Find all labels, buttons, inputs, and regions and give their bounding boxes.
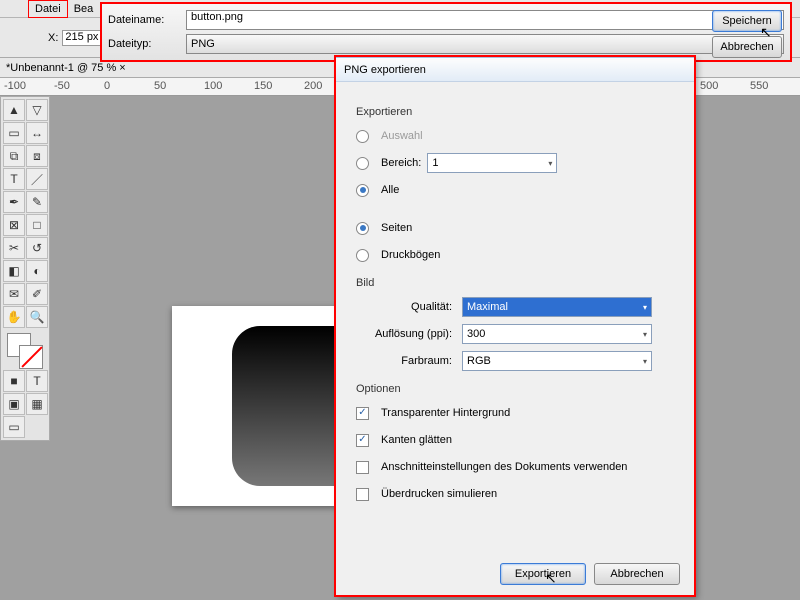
png-export-dialog: PNG exportieren Exportieren Auswahl Bere… <box>335 56 695 596</box>
type-tool-icon[interactable]: T <box>3 168 25 190</box>
check-transparent[interactable] <box>356 407 369 420</box>
coord-x-label: X: <box>48 32 58 44</box>
export-cancel-button[interactable]: Abbrechen <box>594 563 680 585</box>
filename-input[interactable]: button.png▾ <box>186 10 784 30</box>
coord-x-value[interactable]: 215 px <box>62 30 102 46</box>
label-all: Alle <box>381 184 399 196</box>
colorspace-select[interactable]: RGB▾ <box>462 351 652 371</box>
label-spreads: Druckbögen <box>381 249 440 261</box>
gradient-swatch-tool-icon[interactable]: ◧ <box>3 260 25 282</box>
save-button[interactable]: Speichern <box>712 10 782 32</box>
check-overprint[interactable] <box>356 488 369 501</box>
range-select[interactable]: 1▾ <box>427 153 557 173</box>
selection-tool-icon[interactable]: ▲ <box>3 99 25 121</box>
export-button[interactable]: Exportieren <box>500 563 586 585</box>
check-bleed[interactable] <box>356 461 369 474</box>
label-selection: Auswahl <box>381 130 423 142</box>
zoom-tool-icon[interactable]: 🔍 <box>26 306 48 328</box>
section-export: Exportieren <box>356 106 674 118</box>
free-transform-tool-icon[interactable]: ↺ <box>26 237 48 259</box>
radio-spreads[interactable] <box>356 249 369 262</box>
apply-text-icon[interactable]: T <box>26 370 48 392</box>
section-options: Optionen <box>356 383 674 395</box>
hand-tool-icon[interactable]: ✋ <box>3 306 25 328</box>
content-placer-icon[interactable]: ⧈ <box>26 145 48 167</box>
filetype-label: Dateityp: <box>108 38 178 50</box>
page-tool-icon[interactable]: ▭ <box>3 122 25 144</box>
label-antialias: Kanten glätten <box>381 434 452 446</box>
save-file-bar: Dateiname: button.png▾ Dateityp: PNG▾ Sp… <box>100 2 792 62</box>
section-image: Bild <box>356 277 674 289</box>
radio-selection <box>356 130 369 143</box>
label-pages: Seiten <box>381 222 412 234</box>
label-overprint: Überdrucken simulieren <box>381 488 497 500</box>
quality-select[interactable]: Maximal▾ <box>462 297 652 317</box>
quality-label: Qualität: <box>356 301 456 313</box>
save-cancel-button[interactable]: Abbrechen <box>712 36 782 58</box>
filename-label: Dateiname: <box>108 14 178 26</box>
screen-mode-icon[interactable]: ▭ <box>3 416 25 438</box>
label-bleed: Anschnitteinstellungen des Dokuments ver… <box>381 461 627 473</box>
resolution-select[interactable]: 300▾ <box>462 324 652 344</box>
check-antialias[interactable] <box>356 434 369 447</box>
radio-all[interactable] <box>356 184 369 197</box>
scissors-tool-icon[interactable]: ✂ <box>3 237 25 259</box>
resolution-label: Auflösung (ppi): <box>356 328 456 340</box>
rectangle-tool-icon[interactable]: □ <box>26 214 48 236</box>
filetype-select[interactable]: PNG▾ <box>186 34 784 54</box>
direct-selection-tool-icon[interactable]: ▽ <box>26 99 48 121</box>
content-collector-icon[interactable]: ⧉ <box>3 145 25 167</box>
tools-panel: ▲ ▽ ▭ ↔ ⧉ ⧈ T ／ ✒ ✎ ⊠ □ ✂ ↺ ◧ ◐ ✉ ✐ ✋ 🔍 … <box>0 96 50 441</box>
dialog-title: PNG exportieren <box>336 58 694 82</box>
pen-tool-icon[interactable]: ✒ <box>3 191 25 213</box>
preview-view-icon[interactable]: ▦ <box>26 393 48 415</box>
label-transparent: Transparenter Hintergrund <box>381 407 510 419</box>
eyedropper-tool-icon[interactable]: ✐ <box>26 283 48 305</box>
radio-range[interactable] <box>356 157 369 170</box>
apply-color-icon[interactable]: ■ <box>3 370 25 392</box>
rectangle-frame-tool-icon[interactable]: ⊠ <box>3 214 25 236</box>
note-tool-icon[interactable]: ✉ <box>3 283 25 305</box>
gap-tool-icon[interactable]: ↔ <box>26 122 48 144</box>
gradient-feather-tool-icon[interactable]: ◐ <box>26 260 48 282</box>
colorspace-label: Farbraum: <box>356 355 456 367</box>
line-tool-icon[interactable]: ／ <box>26 168 48 190</box>
normal-view-icon[interactable]: ▣ <box>3 393 25 415</box>
menu-bearbeiten[interactable]: Bea <box>68 1 100 17</box>
label-range: Bereich: <box>381 157 421 169</box>
radio-pages[interactable] <box>356 222 369 235</box>
menu-datei[interactable]: Datei <box>28 0 68 18</box>
fill-stroke-swatch[interactable] <box>3 329 48 369</box>
pencil-tool-icon[interactable]: ✎ <box>26 191 48 213</box>
